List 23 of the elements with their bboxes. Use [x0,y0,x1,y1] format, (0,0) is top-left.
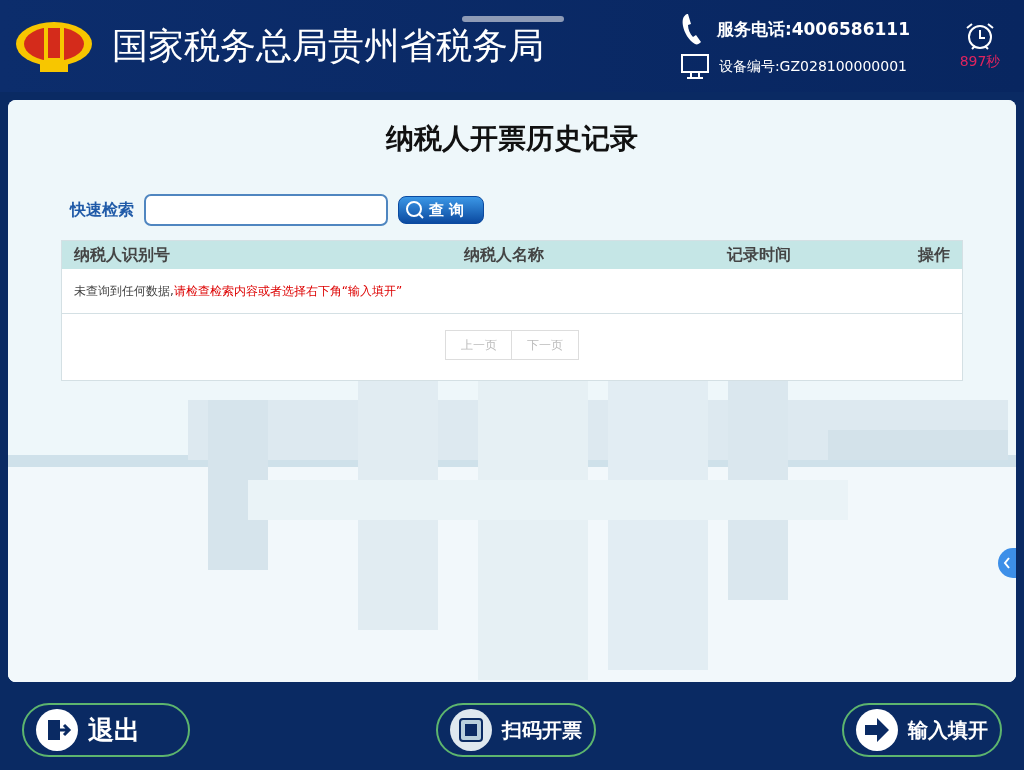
chevron-left-icon [1003,557,1011,569]
no-data-message: 未查询到任何数据,请检查检索内容或者选择右下角“输入填开” [74,282,403,300]
search-label: 快速检索 [70,199,134,221]
column-header: 操作 [916,244,950,266]
query-button[interactable]: 查 询 [398,196,484,224]
page-title: 纳税人开票历史记录 [386,121,638,157]
monitor-icon [680,54,709,80]
device-number: 设备编号:GZ028100000001 [718,58,907,76]
exit-icon [36,709,78,751]
manual-entry-button[interactable]: 输入填开 [842,703,1002,757]
agency-title: 国家税务总局贵州省税务局 [112,23,545,68]
countdown-seconds: 897秒 [959,53,1001,71]
search-field[interactable] [144,194,388,226]
alarm-clock-icon [964,21,996,51]
drag-handle[interactable] [462,16,564,22]
column-header: 记录时间 [725,244,792,266]
exit-button[interactable]: 退出 [22,703,190,757]
column-header: 纳税人识别号 [74,244,171,266]
search-icon [405,200,425,220]
service-phone: 服务电话:4006586111 [716,17,910,41]
arrow-right-icon [856,709,898,751]
scan-invoice-button[interactable]: 扫码开票 [436,703,596,757]
column-header: 纳税人名称 [463,244,545,266]
